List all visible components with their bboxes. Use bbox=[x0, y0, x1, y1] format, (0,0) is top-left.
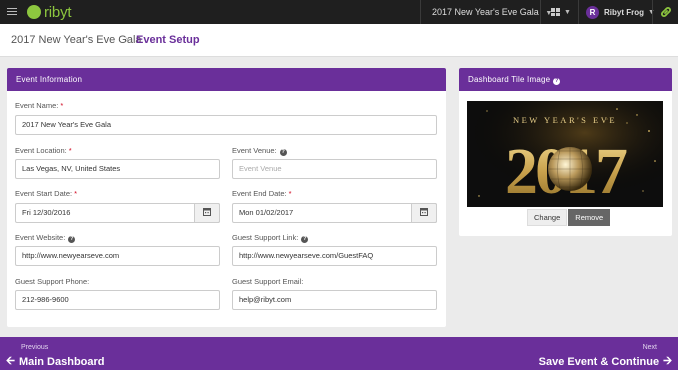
menu-icon[interactable] bbox=[7, 8, 17, 16]
help-icon: ? bbox=[553, 78, 561, 85]
divider bbox=[540, 0, 541, 24]
event-start-date-input[interactable]: Fri 12/30/2016 bbox=[15, 203, 220, 223]
event-start-date-label: Event Start Date: * bbox=[15, 189, 78, 198]
user-name: Ribyt Frog bbox=[604, 7, 644, 17]
guest-support-link-label: Guest Support Link:? bbox=[232, 233, 309, 243]
next-label: Save Event & Continue bbox=[538, 355, 660, 368]
event-selector[interactable]: 2017 New Year's Eve Gala ▼ bbox=[432, 0, 552, 24]
help-icon: ? bbox=[68, 236, 76, 243]
divider bbox=[578, 0, 579, 24]
change-image-button[interactable]: Change bbox=[527, 209, 568, 226]
wizard-navigation: Previous 🡨 Main Dashboard Next Save Even… bbox=[0, 337, 678, 370]
event-venue-input[interactable]: Event Venue bbox=[232, 159, 437, 179]
logo-text: ribyt bbox=[44, 3, 72, 21]
guest-support-email-label: Guest Support Email: bbox=[232, 277, 304, 286]
apps-menu[interactable]: ▼ bbox=[551, 0, 571, 24]
breadcrumb-event[interactable]: 2017 New Year's Eve Gala bbox=[11, 34, 142, 46]
arrow-right-icon: 🡪 bbox=[663, 355, 672, 367]
next-button[interactable]: Next Save Event & Continue 🡪 bbox=[539, 344, 672, 370]
event-location-input[interactable]: Las Vegas, NV, United States bbox=[15, 159, 220, 179]
arrow-left-icon: 🡨 bbox=[6, 355, 15, 367]
event-selector-label: 2017 New Year's Eve Gala bbox=[432, 7, 539, 17]
end-date-calendar-button[interactable] bbox=[411, 203, 437, 223]
previous-label: Main Dashboard bbox=[18, 355, 105, 368]
calendar-icon bbox=[420, 208, 428, 216]
logo-mark bbox=[27, 5, 41, 19]
start-date-calendar-button[interactable] bbox=[194, 203, 220, 223]
guest-support-phone-input[interactable]: 212-986-9600 bbox=[15, 290, 220, 310]
event-website-label: Event Website:? bbox=[15, 233, 76, 243]
avatar: R bbox=[586, 5, 599, 19]
event-location-label: Event Location: * bbox=[15, 146, 72, 155]
help-icon: ? bbox=[301, 236, 309, 243]
start-date-value: Fri 12/30/2016 bbox=[22, 208, 71, 217]
event-website-input[interactable]: http://www.newyearseve.com bbox=[15, 246, 220, 266]
guest-support-email-input[interactable]: help@ribyt.com bbox=[232, 290, 437, 310]
event-venue-label: Event Venue:? bbox=[232, 146, 287, 156]
remove-image-button[interactable]: Remove bbox=[568, 209, 611, 226]
top-navbar: ribyt 2017 New Year's Eve Gala ▼ ▼ R Rib… bbox=[0, 0, 678, 24]
previous-caption: Previous bbox=[21, 344, 49, 351]
divider bbox=[420, 0, 421, 24]
event-end-date-label: Event End Date: * bbox=[232, 189, 292, 198]
user-menu[interactable]: R Ribyt Frog ▼ bbox=[586, 0, 655, 24]
guest-support-link-input[interactable]: http://www.newyearseve.com/GuestFAQ bbox=[232, 246, 437, 266]
tile-image-art: NEW YEAR'S EVE 2017 bbox=[467, 101, 663, 207]
previous-button[interactable]: Previous 🡨 Main Dashboard bbox=[6, 344, 105, 370]
event-name-label: Event Name: * bbox=[15, 101, 64, 110]
help-icon: ? bbox=[279, 149, 287, 156]
dashboard-tile-image: NEW YEAR'S EVE 2017 bbox=[467, 101, 663, 207]
tile-caption: NEW YEAR'S EVE bbox=[513, 115, 617, 125]
event-end-date-input[interactable]: Mon 01/02/2017 bbox=[232, 203, 437, 223]
dashboard-tile-panel: Dashboard Tile Image? NEW YEAR'S EVE Cha… bbox=[459, 68, 672, 236]
guest-support-phone-label: Guest Support Phone: bbox=[15, 277, 90, 286]
page-header: 2017 New Year's Eve Gala › Event Setup bbox=[0, 24, 678, 57]
event-name-input[interactable]: 2017 New Year's Eve Gala bbox=[15, 115, 437, 135]
grid-icon bbox=[551, 8, 560, 16]
chevron-down-icon: ▼ bbox=[564, 8, 571, 16]
panel-title: Dashboard Tile Image? bbox=[459, 68, 672, 91]
divider bbox=[652, 0, 653, 24]
end-date-value: Mon 01/02/2017 bbox=[239, 208, 294, 217]
page-title: Event Setup bbox=[136, 34, 200, 46]
calendar-icon bbox=[203, 208, 211, 216]
tile-image-actions: Change Remove bbox=[527, 209, 611, 226]
panel-title: Event Information bbox=[7, 68, 446, 91]
link-icon[interactable] bbox=[660, 6, 672, 18]
chevron-right-icon: › bbox=[125, 34, 129, 45]
event-information-panel: Event Information Event Name: * 2017 New … bbox=[7, 68, 446, 327]
logo[interactable]: ribyt bbox=[27, 3, 72, 21]
next-caption: Next bbox=[642, 344, 657, 351]
